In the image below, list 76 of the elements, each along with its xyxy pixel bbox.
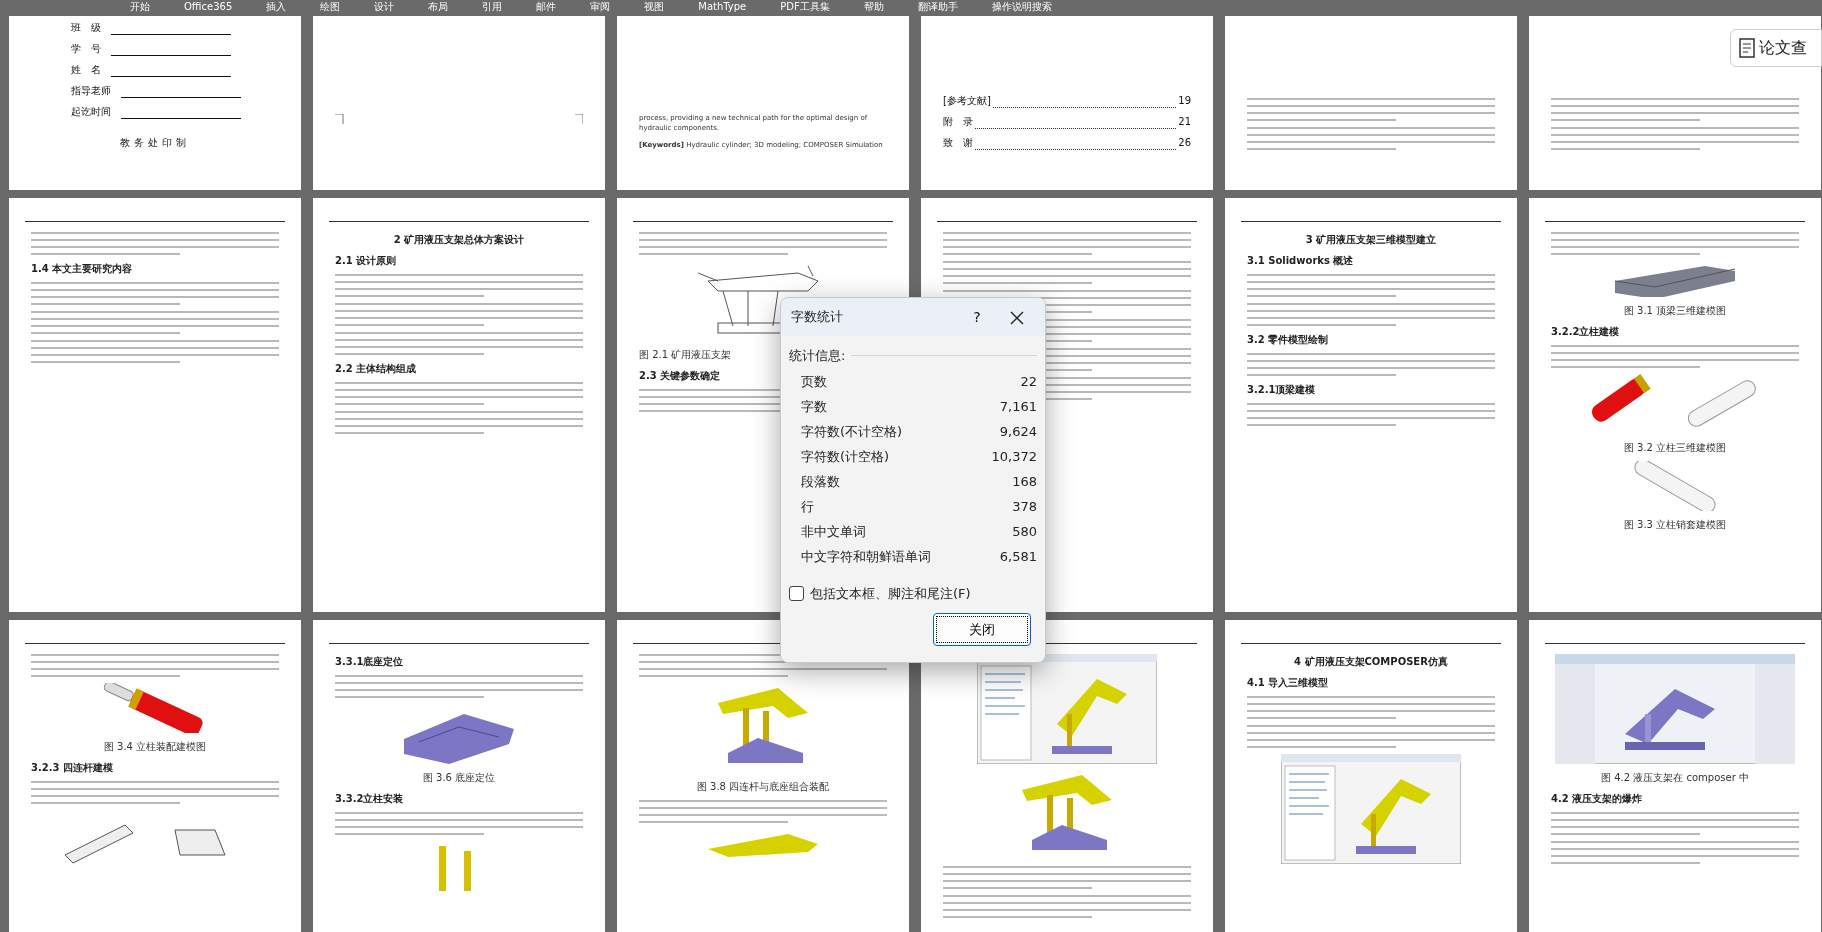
stat-value: 6,581 <box>999 548 1037 567</box>
figure-caption: 图 3.4 立柱装配建模图 <box>103 740 207 754</box>
ribbon-tab[interactable]: Office365 <box>184 0 233 16</box>
figure-caption: 图 3.8 四连杆与底座组合装配 <box>696 780 830 794</box>
ribbon-tab[interactable]: 绘图 <box>320 0 341 16</box>
ribbon-tab[interactable]: 设计 <box>374 0 395 16</box>
ribbon-tab[interactable]: PDF工具集 <box>780 0 830 16</box>
ribbon-tab[interactable]: 审阅 <box>590 0 611 16</box>
stat-value: 9,624 <box>999 423 1037 442</box>
checkbox[interactable] <box>789 585 804 601</box>
stat-label: 非中文单词 <box>801 523 866 542</box>
figure-caption: 图 3.3 立柱销套建模图 <box>1623 518 1727 532</box>
stat-value: 168 <box>1012 473 1037 492</box>
stat-value: 10,372 <box>991 448 1037 467</box>
field-label: 学 号 <box>71 42 101 56</box>
toc-page-number: 19 <box>1178 94 1191 108</box>
stat-label: 字符数(计空格) <box>801 448 890 467</box>
ribbon-tab[interactable]: MathType <box>698 0 747 16</box>
section-heading: 4.1 导入三维模型 <box>1247 676 1329 690</box>
ribbon-tab[interactable]: 帮助 <box>863 0 884 16</box>
section-heading: 3.1 Solidworks 概述 <box>1247 254 1354 268</box>
section-heading: 3.2 零件模型绘制 <box>1247 333 1329 347</box>
toc-page-number: 21 <box>1178 115 1191 129</box>
section-heading: 3.3.2立柱安装 <box>335 792 404 806</box>
ribbon-tab[interactable]: 布局 <box>428 0 449 16</box>
help-button[interactable]: ? <box>957 306 997 328</box>
stat-value: 580 <box>1012 523 1037 542</box>
ribbon-tab[interactable]: 插入 <box>266 0 287 16</box>
search-box[interactable]: 操作说明搜索 <box>991 0 1052 16</box>
field-label: 指导老师 <box>71 84 111 98</box>
field-label: 起讫时间 <box>71 105 111 119</box>
stat-label: 字符数(不计空格) <box>801 423 903 442</box>
ribbon-tab[interactable]: 翻译助手 <box>917 0 958 16</box>
stat-label: 页数 <box>801 373 827 392</box>
paper-check-button[interactable]: 论文查 <box>1730 29 1822 67</box>
close-icon <box>1010 310 1024 325</box>
printer-note: 教务处印制 <box>119 136 191 150</box>
checkbox-label: 包括文本框、脚注和尾注(F) <box>810 584 971 603</box>
field-label: 姓 名 <box>71 63 101 77</box>
stat-value: 378 <box>1012 498 1037 517</box>
toc-entry: 致 谢 <box>943 136 973 150</box>
figure-caption: 图 3.2 立柱三维建模图 <box>1623 441 1727 455</box>
ribbon-tab[interactable]: 视图 <box>644 0 665 16</box>
section-heading: 1.4 本文主要研究内容 <box>31 262 133 276</box>
field-label: 班 级 <box>71 21 101 35</box>
dialog-title: 字数统计 <box>791 308 844 327</box>
section-heading: 2.1 设计原则 <box>335 254 397 268</box>
chapter-title: 2 矿用液压支架总体方案设计 <box>392 233 526 247</box>
figure-caption: 图 3.6 底座定位 <box>422 771 496 785</box>
section-heading: 3.3.1底座定位 <box>335 655 404 669</box>
ribbon-tab[interactable]: 引用 <box>482 0 503 16</box>
section-heading: 3.2.2立柱建模 <box>1551 325 1620 339</box>
section-heading: 3.2.3 四连杆建模 <box>31 761 113 775</box>
chapter-title: 3 矿用液压支架三维模型建立 <box>1304 233 1438 247</box>
section-heading: 2.3 关键参数确定 <box>639 369 721 383</box>
document-icon <box>1739 38 1755 58</box>
figure-caption: 图 4.2 液压支架在 composer 中 <box>1601 771 1749 785</box>
toc-page-number: 26 <box>1178 136 1191 150</box>
stat-label: 字数 <box>801 398 827 417</box>
figure-caption: 图 3.1 顶梁三维建模图 <box>1623 304 1727 318</box>
stat-value: 7,161 <box>999 398 1037 417</box>
toc-entry: [参考文献] <box>943 94 991 108</box>
chapter-title: 4 矿用液压支架COMPOSER仿真 <box>1293 655 1449 669</box>
toc-entry: 附 录 <box>943 115 973 129</box>
figure-caption: 图 2.1 矿用液压支架 <box>639 348 732 362</box>
stat-label: 中文字符和朝鲜语单词 <box>801 548 931 567</box>
ribbon-tab[interactable]: 邮件 <box>536 0 557 16</box>
section-heading: 4.2 液压支架的爆炸 <box>1551 792 1643 806</box>
stat-value: 22 <box>1020 373 1037 392</box>
close-dialog-button[interactable]: 关闭 <box>933 613 1031 646</box>
stat-label: 行 <box>801 498 814 517</box>
stat-label: 段落数 <box>801 473 840 492</box>
ribbon-tab[interactable]: 开始 <box>130 0 150 16</box>
section-heading: 2.2 主体结构组成 <box>335 362 417 376</box>
section-label: 统计信息: <box>789 347 846 365</box>
section-heading: 3.2.1顶梁建模 <box>1247 383 1316 397</box>
